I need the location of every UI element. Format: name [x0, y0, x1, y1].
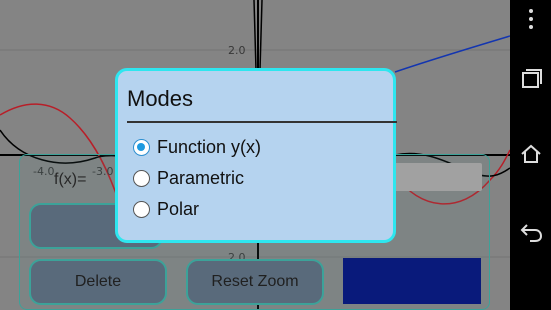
radio-unselected-icon[interactable] — [133, 170, 150, 187]
option-label: Parametric — [157, 168, 245, 188]
dialog-divider — [127, 121, 397, 123]
option-label: Polar — [157, 199, 200, 219]
radio-unselected-icon[interactable] — [133, 201, 150, 218]
radio-selected-icon[interactable] — [133, 139, 150, 156]
option-polar[interactable]: Polar — [133, 199, 199, 220]
option-label: Function y(x) — [157, 137, 262, 157]
recent-apps-icon[interactable] — [517, 65, 545, 93]
dialog-title: Modes — [127, 86, 194, 111]
option-function[interactable]: Function y(x) — [133, 137, 261, 158]
menu-icon[interactable] — [517, 5, 545, 33]
home-icon[interactable] — [517, 140, 545, 168]
system-nav-bar — [510, 0, 551, 310]
option-parametric[interactable]: Parametric — [133, 168, 244, 189]
modes-dialog: Modes Function y(x) Parametric Polar — [115, 68, 397, 243]
app-screen: 2.0 2.0 -4.0 -3.0 f(x)= Delete Reset Zoo… — [0, 0, 510, 310]
back-icon[interactable] — [517, 218, 545, 246]
